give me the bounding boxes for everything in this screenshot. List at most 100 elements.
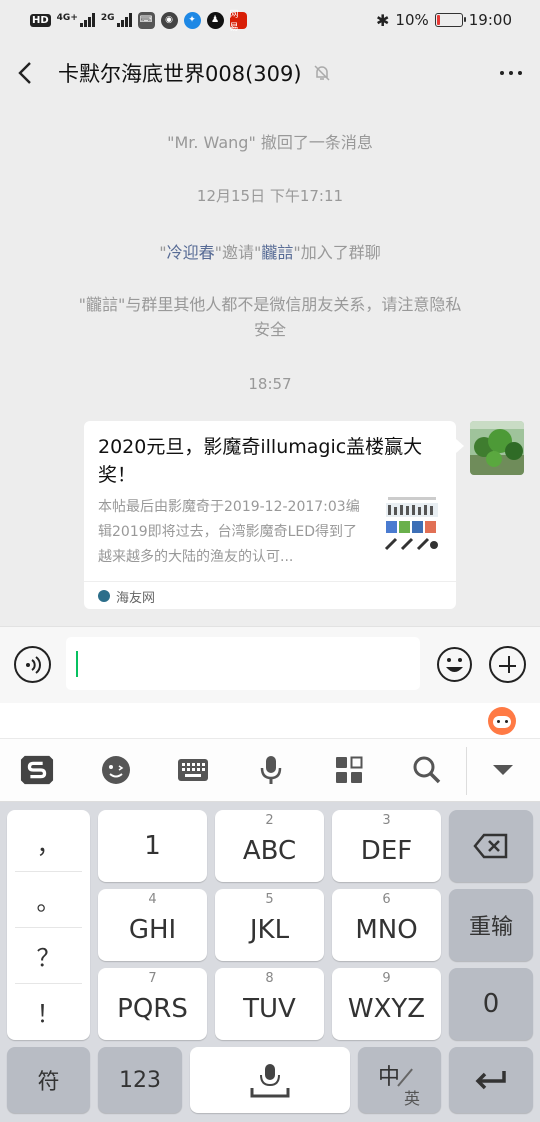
lang-sub-label: 英 xyxy=(404,1089,421,1108)
chat-title: 卡默尔海底世界008(309) xyxy=(58,62,302,86)
more-options-icon[interactable] xyxy=(500,71,522,75)
privacy-notice-line1: "龖誩"与群里其他人都不是微信朋友关系，请注意隐私 xyxy=(78,295,462,314)
key-label: ABC xyxy=(242,836,297,866)
key-tuv[interactable]: 8 TUV xyxy=(215,968,324,1040)
key-label: MNO xyxy=(355,915,418,945)
backspace-key[interactable] xyxy=(449,810,533,882)
key-abc[interactable]: 2 ABC xyxy=(215,810,324,882)
key-label: DEF xyxy=(360,836,413,866)
battery-icon xyxy=(434,13,466,27)
status-bar: HD 4G+ 2G ⌨ ◉ ✦ ♟ 网易 ✱ 10% 19:00 xyxy=(0,0,540,40)
status-left: HD 4G+ 2G ⌨ ◉ ✦ ♟ 网易 xyxy=(30,10,247,33)
netease-notif-icon: 网易 xyxy=(229,10,247,33)
network-label-2: 2G xyxy=(100,13,115,23)
ime-mascot-icon[interactable] xyxy=(488,707,516,735)
signal-icon-2: 2G xyxy=(101,13,132,27)
source-logo-icon xyxy=(98,590,110,602)
status-right: ✱ 10% 19:00 xyxy=(376,11,512,30)
card-divider xyxy=(84,581,456,582)
key-label: 1 xyxy=(144,831,161,861)
enter-key[interactable] xyxy=(449,1047,533,1113)
more-functions-button[interactable] xyxy=(489,646,526,683)
message-text-field[interactable] xyxy=(66,637,420,690)
key-number: 3 xyxy=(382,813,391,828)
key-period[interactable]: 。 xyxy=(15,871,82,926)
key-label: PQRS xyxy=(117,994,188,1024)
shared-link-card[interactable]: 2020元旦，影魔奇illumagic盖楼赢大奖！ 本帖最后由影魔奇于2019-… xyxy=(84,421,464,609)
key-number: 5 xyxy=(265,892,274,907)
key-number: 2 xyxy=(265,813,274,828)
enter-icon xyxy=(475,1071,506,1090)
sogou-logo-icon[interactable] xyxy=(20,753,54,787)
key-label: TUV xyxy=(243,994,296,1024)
invite-middle-text: "邀请" xyxy=(214,243,262,262)
retype-key[interactable]: 重输 xyxy=(449,889,533,961)
sender-avatar[interactable] xyxy=(470,421,524,475)
card-thumbnail xyxy=(382,495,442,559)
voice-icon xyxy=(25,655,41,674)
search-icon[interactable] xyxy=(410,753,444,787)
apps-grid-icon[interactable] xyxy=(332,753,366,787)
key-mno[interactable]: 6 MNO xyxy=(332,889,441,961)
punctuation-column: ， 。 ？ ！ xyxy=(7,810,90,1040)
card-source-name: 海友网 xyxy=(116,590,156,606)
key-label: 0 xyxy=(482,989,500,1019)
invite-notice: "冷迎春"邀请"龖誩"加入了群聊 xyxy=(0,240,540,265)
key-wxyz[interactable]: 9 WXYZ xyxy=(332,968,441,1040)
card-description: 本帖最后由影魔奇于2019-12-2017:03编辑2019即将过去，台湾影魔奇… xyxy=(98,499,360,565)
keyboard-layout-icon[interactable] xyxy=(176,753,210,787)
key-0[interactable]: 0 xyxy=(449,968,533,1040)
key-label: 123 xyxy=(119,1067,161,1093)
qq-notif-icon: ♟ xyxy=(206,11,224,29)
back-icon[interactable] xyxy=(18,60,44,86)
ime-toolbar xyxy=(0,739,540,802)
smile-icon xyxy=(437,647,472,682)
symbols-key[interactable]: 符 xyxy=(7,1047,90,1113)
lang-main-label: 中 xyxy=(378,1065,401,1090)
key-comma[interactable]: ， xyxy=(15,815,82,870)
browser-notif-icon: ✦ xyxy=(183,11,201,29)
key-number: 8 xyxy=(265,971,274,986)
space-key[interactable] xyxy=(190,1047,350,1113)
network-label-1: 4G+ xyxy=(56,13,78,23)
key-pqrs[interactable]: 7 PQRS xyxy=(98,968,207,1040)
key-def[interactable]: 3 DEF xyxy=(332,810,441,882)
key-label: WXYZ xyxy=(347,994,426,1024)
ime-suggestion-strip xyxy=(0,703,540,739)
bluetooth-icon: ✱ xyxy=(376,10,390,30)
key-question[interactable]: ？ xyxy=(15,927,82,982)
mute-bell-icon xyxy=(312,63,332,83)
key-number: 4 xyxy=(148,892,157,907)
voice-input-button[interactable] xyxy=(14,646,51,683)
key-jkl[interactable]: 5 JKL xyxy=(215,889,324,961)
key-label: 符 xyxy=(37,1070,60,1095)
message-input-bar xyxy=(0,626,540,703)
key-1[interactable]: 1 xyxy=(98,810,207,882)
invitee-name-link[interactable]: 龖誩 xyxy=(261,243,293,262)
backspace-icon xyxy=(473,833,508,859)
timestamp: 18:57 xyxy=(248,375,292,393)
microphone-icon[interactable] xyxy=(254,753,288,787)
collapse-keyboard-icon[interactable] xyxy=(486,753,520,787)
text-caret xyxy=(76,651,78,677)
inviter-name-link[interactable]: 冷迎春 xyxy=(167,243,215,262)
key-label: 重输 xyxy=(468,915,513,940)
timestamp: 12月15日 下午17:11 xyxy=(196,187,344,205)
key-exclaim[interactable]: ！ xyxy=(15,983,82,1038)
privacy-notice: "龖誩"与群里其他人都不是微信朋友关系，请注意隐私 安全 xyxy=(0,292,540,342)
language-switch-key[interactable]: 中 英 xyxy=(358,1047,441,1113)
clock: 19:00 xyxy=(468,11,512,29)
key-ghi[interactable]: 4 GHI xyxy=(98,889,207,961)
toolbar-divider xyxy=(466,747,467,795)
key-number: 9 xyxy=(382,971,391,986)
emoji-button[interactable] xyxy=(436,646,473,683)
recall-notice: "Mr. Wang" 撤回了一条消息 xyxy=(167,133,373,152)
key-label: GHI xyxy=(128,915,177,945)
card-source: 海友网 xyxy=(98,584,155,608)
space-mic-icon xyxy=(250,1064,290,1098)
numbers-key[interactable]: 123 xyxy=(98,1047,182,1113)
keyboard-notif-icon: ⌨ xyxy=(137,11,155,29)
signal-icon-1: 4G+ xyxy=(57,13,95,27)
card-title: 2020元旦，影魔奇illumagic盖楼赢大奖！ xyxy=(98,436,423,486)
emoji-panel-icon[interactable] xyxy=(99,753,133,787)
